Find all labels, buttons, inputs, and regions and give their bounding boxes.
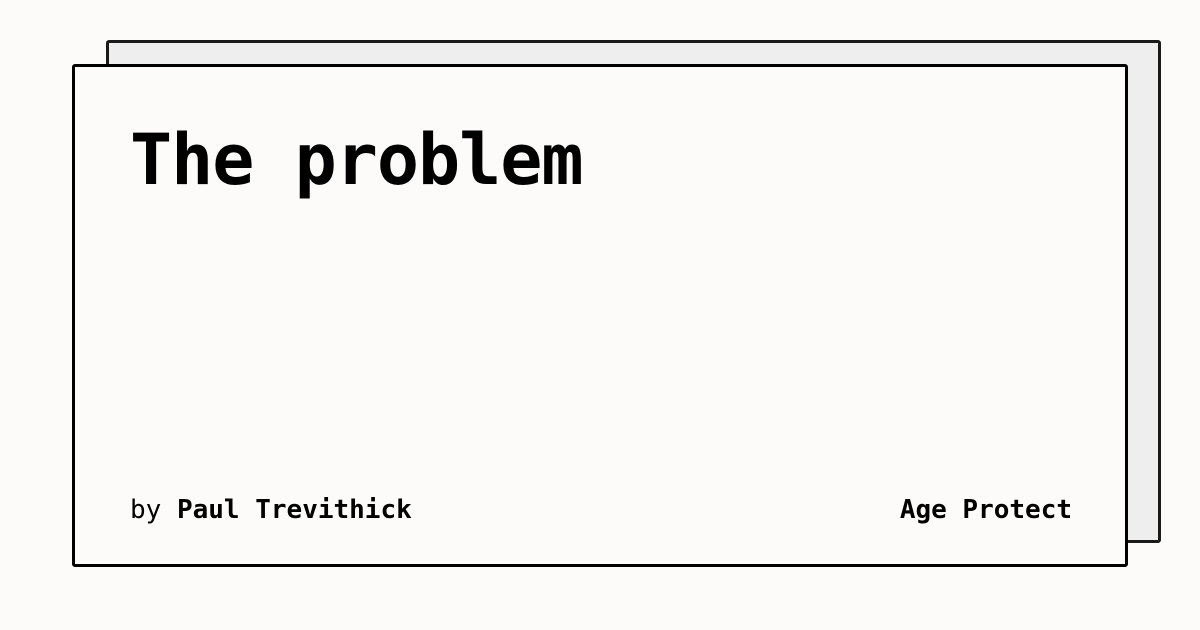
author-name: Paul Trevithick: [176, 495, 412, 525]
site-name: Age Protect: [899, 495, 1072, 525]
byline-prefix: by: [130, 495, 162, 525]
page-title: The problem: [130, 119, 584, 201]
byline: by Paul Trevithick: [130, 495, 412, 525]
front-card: The problem by Paul Trevithick Age Prote…: [72, 64, 1128, 567]
